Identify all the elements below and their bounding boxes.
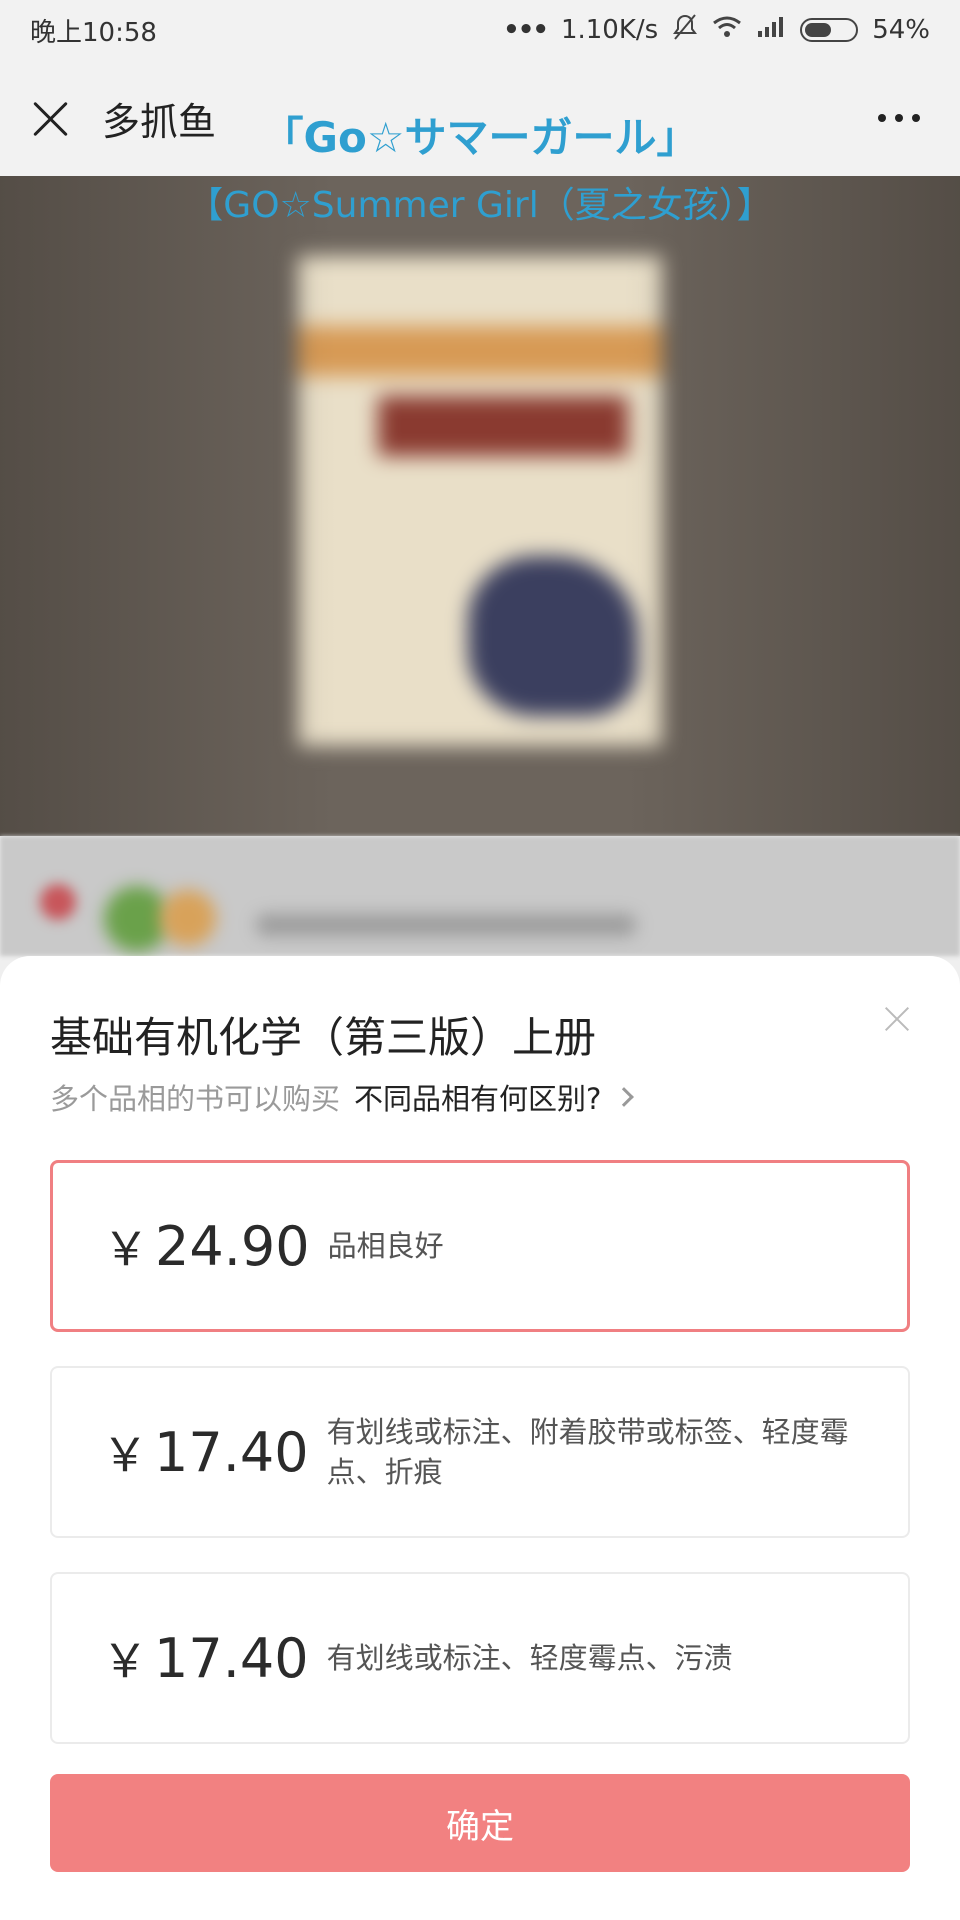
mute-bell-icon <box>672 13 698 48</box>
network-speed: 1.10K/s <box>560 15 659 45</box>
option-price: ￥ 17.40 <box>102 1421 309 1484</box>
caption-overlay-line2: 【GO☆Summer Girl（夏之女孩）】 <box>187 185 773 226</box>
hint-text: 多个品相的书可以购买 <box>50 1082 341 1116</box>
book-title: 基础有机化学（第三版）上册 <box>50 1013 597 1062</box>
condition-option-marked[interactable]: ￥ 17.40 有划线或标注、附着胶带或标签、轻度霉点、折痕 <box>50 1366 910 1538</box>
option-condition: 有划线或标注、轻度霉点、污渍 <box>326 1641 733 1675</box>
battery-icon <box>800 18 859 42</box>
sheet-close-icon[interactable] <box>884 1006 910 1032</box>
condition-difference-link[interactable]: 不同品相有何区别? <box>354 1076 601 1118</box>
status-indicators: ••• 1.10K/s 54% <box>503 13 930 48</box>
option-condition: 有划线或标注、附着胶带或标签、轻度霉点、折痕 <box>326 1415 849 1489</box>
signal-icon <box>756 15 786 46</box>
chevron-right-icon <box>614 1087 635 1107</box>
condition-option-good[interactable]: ￥ 24.90 品相良好 <box>50 1160 910 1332</box>
option-condition: 品相良好 <box>327 1229 444 1263</box>
condition-picker-sheet: 基础有机化学（第三版）上册 多个品相的书可以购买 不同品相有何区别? ￥ 24.9… <box>0 956 960 1920</box>
option-price: ￥ 24.90 <box>103 1215 310 1278</box>
caption-overlay-line1: 「Go☆サマーガール」 <box>261 113 699 162</box>
status-time: 晚上10:58 <box>30 17 157 48</box>
confirm-button[interactable]: 确定 <box>50 1774 910 1872</box>
battery-level <box>805 23 832 37</box>
battery-percent: 54% <box>872 15 930 45</box>
product-image <box>0 176 960 836</box>
option-price: ￥ 17.40 <box>102 1627 309 1690</box>
wifi-icon <box>712 15 742 46</box>
status-bar: 晚上10:58 ••• 1.10K/s 54% <box>0 0 960 60</box>
condition-hint: 多个品相的书可以购买 不同品相有何区别? <box>50 1076 635 1118</box>
more-notifications-icon: ••• <box>503 15 549 45</box>
seller-strip <box>0 836 960 956</box>
condition-option-stained[interactable]: ￥ 17.40 有划线或标注、轻度霉点、污渍 <box>50 1572 910 1744</box>
